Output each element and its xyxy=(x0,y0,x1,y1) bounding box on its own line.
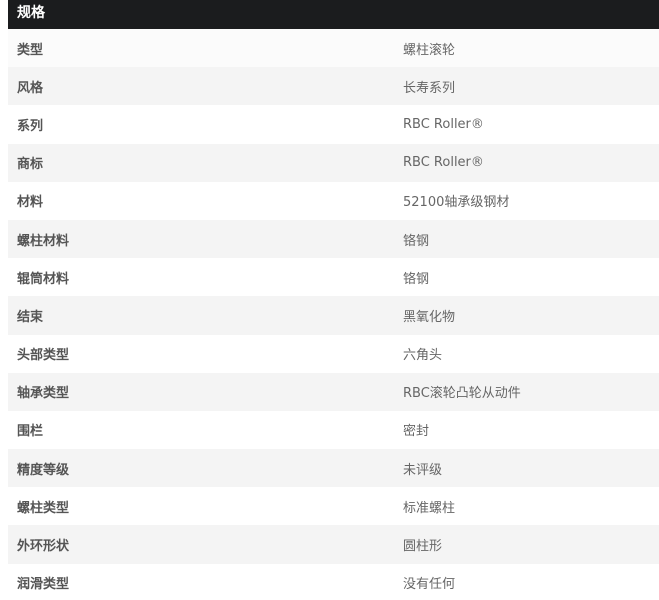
spec-label: 结束 xyxy=(17,309,44,325)
table-row: 外环形状 圆柱形 xyxy=(8,525,659,564)
table-row: 头部类型 六角头 xyxy=(8,334,659,373)
spec-value: 铬钢 xyxy=(403,233,430,249)
spec-label: 精度等级 xyxy=(17,462,70,478)
table-row: 风格 长寿系列 xyxy=(8,67,659,106)
spec-value: 52100轴承级钢材 xyxy=(403,195,510,211)
table-row: 系列 RBC Roller® xyxy=(8,105,659,144)
spec-label: 类型 xyxy=(17,42,44,58)
table-row: 轴承类型 RBC滚轮凸轮从动件 xyxy=(8,372,659,411)
table-row: 精度等级 未评级 xyxy=(8,449,659,488)
spec-table: 类型 螺柱滚轮 风格 长寿系列 系列 RBC Roller® 商标 RBC Ro… xyxy=(8,29,659,600)
spec-value: 圆柱形 xyxy=(403,539,443,555)
spec-value: 长寿系列 xyxy=(403,80,456,96)
spec-value: 密封 xyxy=(403,424,430,440)
table-row: 类型 螺柱滚轮 xyxy=(8,29,659,68)
spec-value: 六角头 xyxy=(403,348,443,364)
spec-value: RBC Roller® xyxy=(403,116,484,132)
spec-header: 规格 xyxy=(8,0,659,29)
spec-label: 材料 xyxy=(17,195,44,211)
spec-label: 螺柱类型 xyxy=(17,500,70,516)
table-row: 结束 黑氧化物 xyxy=(8,296,659,335)
table-row: 商标 RBC Roller® xyxy=(8,143,659,182)
spec-label: 轴承类型 xyxy=(17,386,70,402)
spec-value: RBC Roller® xyxy=(403,155,484,171)
spec-label: 螺柱材料 xyxy=(17,233,70,249)
spec-value: 铬钢 xyxy=(403,271,430,287)
spec-value: 没有任何 xyxy=(403,577,456,593)
spec-label: 商标 xyxy=(17,157,44,173)
spec-panel: 规格 类型 螺柱滚轮 风格 长寿系列 系列 RBC Roller® 商标 RBC… xyxy=(8,0,659,600)
spec-label: 系列 xyxy=(17,118,44,134)
spec-label: 润滑类型 xyxy=(17,577,70,593)
table-row: 螺柱类型 标准螺柱 xyxy=(8,487,659,526)
table-row: 润滑类型 没有任何 xyxy=(8,563,659,600)
spec-label: 风格 xyxy=(17,80,44,96)
spec-value: 黑氧化物 xyxy=(403,309,456,325)
spec-value: 螺柱滚轮 xyxy=(403,42,456,58)
table-row: 材料 52100轴承级钢材 xyxy=(8,181,659,220)
table-row: 螺柱材料 铬钢 xyxy=(8,219,659,259)
spec-value: RBC滚轮凸轮从动件 xyxy=(403,386,521,402)
spec-value: 标准螺柱 xyxy=(403,500,456,516)
spec-label: 辊筒材料 xyxy=(17,271,70,287)
spec-label: 头部类型 xyxy=(17,348,70,364)
spec-label: 围栏 xyxy=(17,424,44,440)
table-row: 辊筒材料 铬钢 xyxy=(8,258,659,297)
spec-value: 未评级 xyxy=(403,462,443,478)
spec-label: 外环形状 xyxy=(17,539,70,555)
table-row: 围栏 密封 xyxy=(8,410,659,450)
